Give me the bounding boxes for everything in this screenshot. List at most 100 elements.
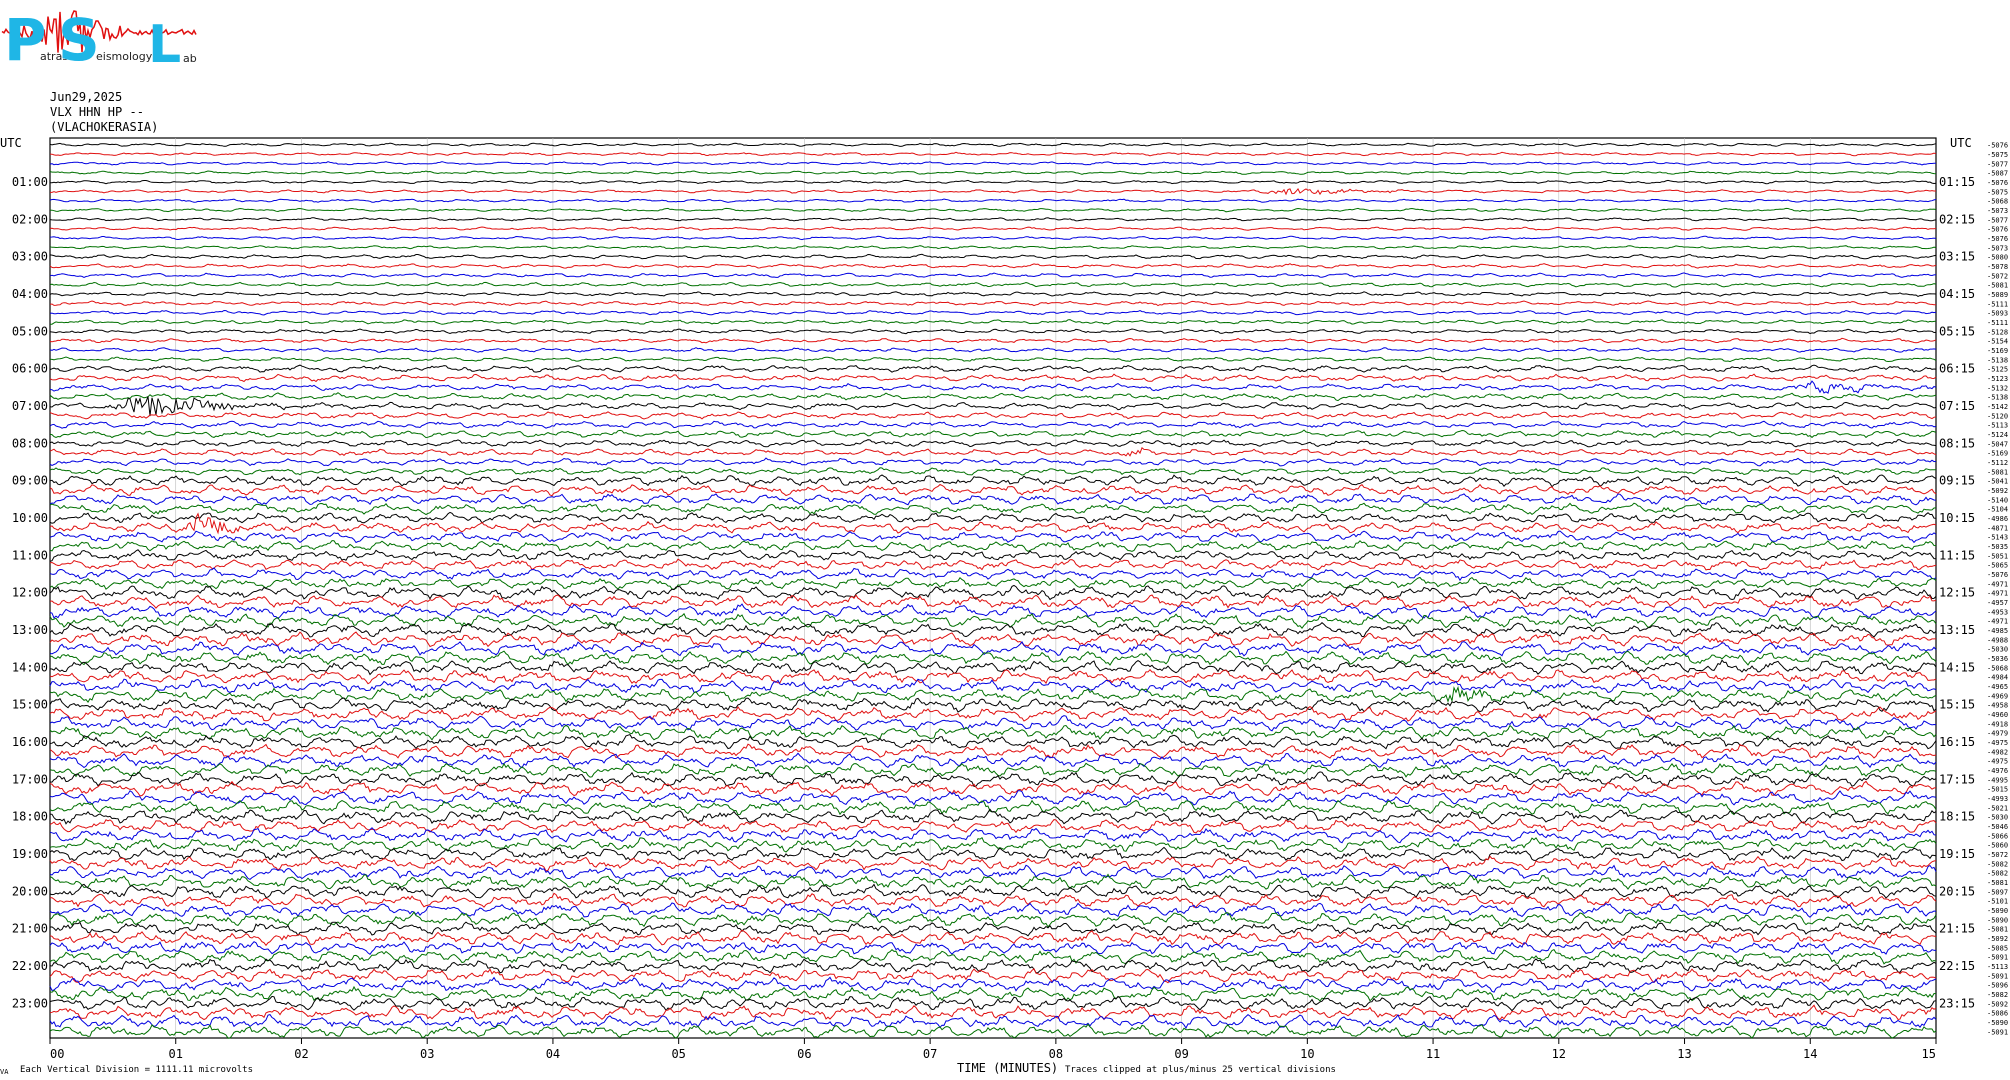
seismic-trace — [49, 198, 1937, 203]
hour-label-right: 16:15 — [1939, 735, 1975, 749]
trace-mean-label: -5081 — [1987, 926, 2008, 934]
hour-label-right: 12:15 — [1939, 586, 1975, 600]
hour-label-left: 06:00 — [12, 362, 48, 376]
trace-mean-label: -5081 — [1987, 468, 2008, 476]
hour-label-left: 10:00 — [12, 511, 48, 525]
trace-mean-label: -5143 — [1987, 534, 2008, 542]
x-tick-label: 04 — [546, 1047, 560, 1061]
trace-mean-label: -4971 — [1987, 590, 2008, 598]
hour-label-right: 10:15 — [1939, 511, 1975, 525]
left-hour-labels: 01:00 02:00 03:00 04:00 05:00 06:00 07:00 08:00… — [12, 175, 48, 1010]
trace-mean-label: -5078 — [1987, 263, 2008, 271]
seismic-trace — [49, 1004, 1937, 1021]
seismic-trace — [49, 337, 1937, 344]
seismic-trace — [49, 864, 1937, 880]
seismic-trace — [49, 300, 1937, 307]
seismic-trace — [49, 539, 1937, 552]
seismic-trace — [50, 179, 1937, 185]
seismic-trace — [49, 281, 1937, 288]
logo-word-s: eismology — [96, 50, 153, 63]
hour-label-right: 19:15 — [1939, 847, 1975, 861]
header-station: VLX HHN HP -- — [50, 105, 144, 119]
x-tick-label: 07 — [923, 1047, 937, 1061]
hour-label-left: 14:00 — [12, 660, 48, 674]
trace-mean-label: -5091 — [1987, 954, 2008, 962]
x-tick-label: 00 — [50, 1047, 64, 1061]
trace-mean-label: -5111 — [1987, 300, 2008, 308]
seismic-trace — [49, 420, 1937, 429]
seismic-trace — [49, 567, 1937, 582]
hour-label-left: 15:00 — [12, 698, 48, 712]
seismic-trace — [49, 457, 1937, 467]
trace-mean-label: -5169 — [1987, 347, 2008, 355]
trace-mean-label: -5082 — [1987, 860, 2008, 868]
seismic-trace — [49, 207, 1937, 213]
trace-mean-label: -5090 — [1987, 916, 2008, 924]
trace-mean-label: -4976 — [1987, 767, 2008, 775]
trace-mean-label: -5112 — [1987, 459, 2008, 467]
trace-mean-label: -5104 — [1987, 506, 2008, 514]
seismic-trace — [49, 762, 1937, 778]
trace-mean-label: -4975 — [1987, 739, 2008, 747]
seismic-trace — [49, 685, 1937, 703]
hour-label-left: 18:00 — [12, 810, 48, 824]
hour-label-left: 16:00 — [12, 735, 48, 749]
seismic-trace — [49, 170, 1937, 175]
seismic-trace — [49, 576, 1937, 590]
trace-mean-label: -5091 — [1987, 1028, 2008, 1036]
trace-mean-label: -5081 — [1987, 282, 2008, 290]
x-tick-label: 15 — [1922, 1047, 1936, 1061]
hour-label-right: 01:15 — [1939, 175, 1975, 189]
trace-mean-label: -5123 — [1987, 375, 2008, 383]
seismic-trace — [49, 790, 1937, 806]
seismic-trace — [49, 356, 1937, 363]
trace-mean-label: -5111 — [1987, 319, 2008, 327]
trace-mean-label: -5093 — [1987, 310, 2008, 318]
seismic-trace — [49, 347, 1937, 353]
seismic-trace — [49, 467, 1937, 476]
x-tick-label: 06 — [797, 1047, 811, 1061]
trace-group — [49, 142, 1937, 1039]
hour-label-right: 04:15 — [1939, 287, 1975, 301]
trace-mean-label: -4988 — [1987, 636, 2008, 644]
seismic-trace — [49, 771, 1937, 787]
trace-mean-label: -4957 — [1987, 599, 2008, 607]
hour-label-left: 21:00 — [12, 922, 48, 936]
trace-mean-label: -5077 — [1987, 160, 2008, 168]
seismic-trace — [49, 873, 1937, 890]
hour-label-right: 05:15 — [1939, 324, 1975, 338]
seismic-trace — [49, 799, 1937, 816]
seismic-trace — [49, 836, 1937, 853]
seismic-trace — [49, 780, 1937, 797]
trace-mean-label: -4918 — [1987, 720, 2008, 728]
trace-mean-label: -5015 — [1987, 786, 2008, 794]
hour-label-right: 11:15 — [1939, 548, 1975, 562]
seismic-trace — [49, 483, 1937, 497]
trace-mean-label: -5124 — [1987, 431, 2008, 439]
trace-mean-label: -5081 — [1987, 879, 2008, 887]
trace-mean-label: -5082 — [1987, 870, 2008, 878]
seismic-trace — [49, 151, 1937, 157]
seismic-trace — [49, 142, 1937, 147]
hour-label-left: 19:00 — [12, 847, 48, 861]
trace-mean-label: -4984 — [1987, 674, 2008, 682]
trace-mean-label: -5075 — [1987, 188, 2008, 196]
trace-mean-label: -5092 — [1987, 1000, 2008, 1008]
trace-mean-label: -5036 — [1987, 655, 2008, 663]
logo-word-l: ab — [183, 52, 197, 65]
trace-mean-label: -5142 — [1987, 403, 2008, 411]
trace-mean-label: -5060 — [1987, 842, 2008, 850]
seismic-trace — [49, 439, 1937, 448]
seismic-trace — [49, 253, 1937, 260]
seismic-trace — [49, 217, 1937, 222]
hour-label-left: 08:00 — [12, 436, 48, 450]
x-tick-labels: 00 01 02 03 04 05 06 07 08 09 10 11 12 13 14 15 — [49, 1038, 1937, 1061]
seismic-trace — [49, 373, 1937, 383]
seismic-trace — [49, 380, 1937, 394]
trace-mean-label: -5120 — [1987, 412, 2008, 420]
lab-logo: P atras S eismology L ab — [1, 6, 197, 75]
hour-label-right: 14:15 — [1939, 660, 1975, 674]
trace-mean-label: -5113 — [1987, 963, 2008, 971]
hour-label-left: 05:00 — [12, 324, 48, 338]
logo-letter-p: P — [4, 6, 47, 74]
